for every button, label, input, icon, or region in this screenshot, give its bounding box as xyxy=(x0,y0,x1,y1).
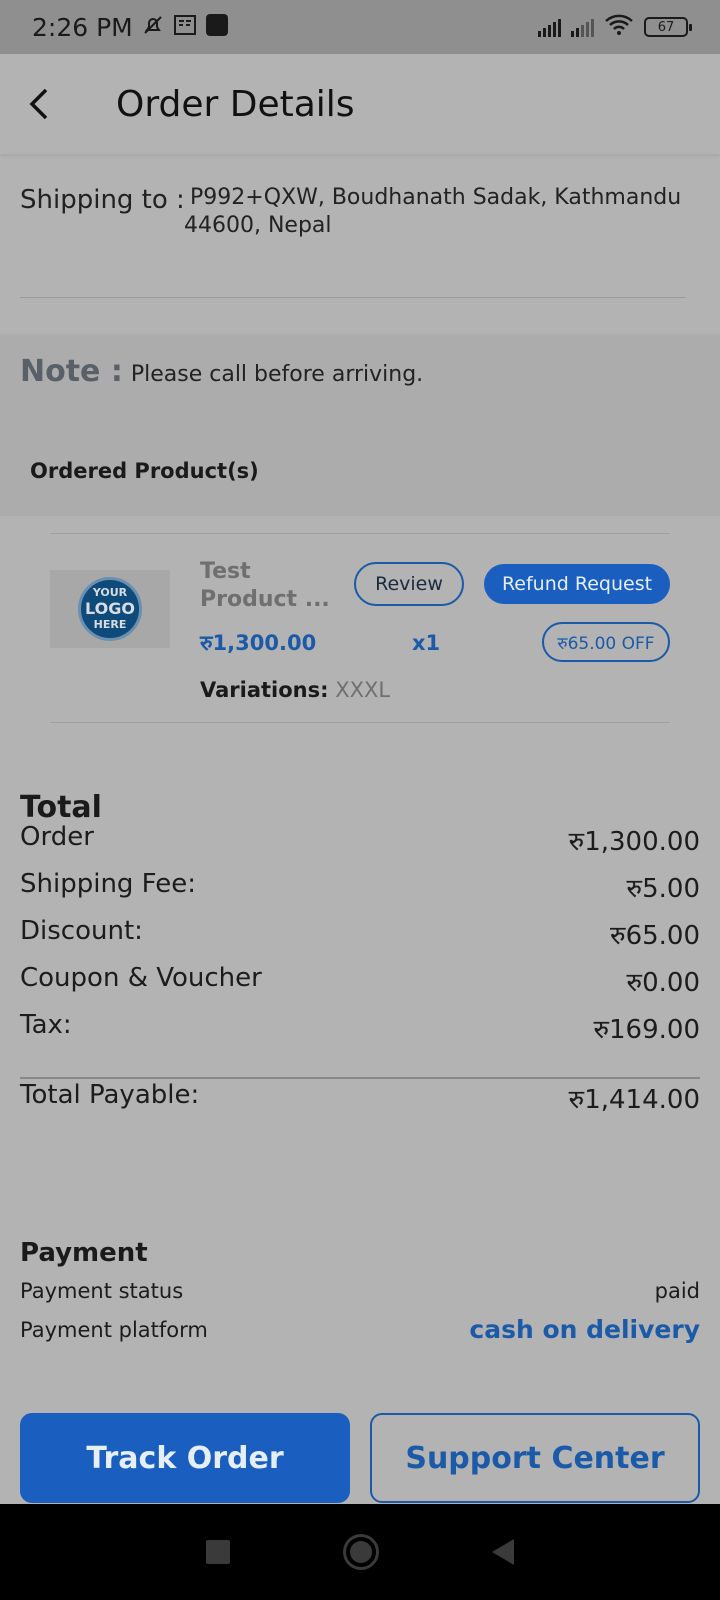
total-row-discount: Discount: रु65.00 xyxy=(20,916,700,952)
product-price: रु1,300.00 xyxy=(200,631,317,655)
logo-placeholder-icon: YOUR LOGO HERE xyxy=(78,577,142,641)
signal-icon xyxy=(538,17,561,37)
payment-platform-label: Payment platform xyxy=(20,1317,208,1342)
battery-level: 67 xyxy=(657,19,675,35)
app-bar: Order Details xyxy=(0,54,720,154)
total-row-order: Order रु1,300.00 xyxy=(20,822,700,858)
total-row-coupon: Coupon & Voucher रु0.00 xyxy=(20,963,700,999)
app-notification-icon xyxy=(205,13,229,41)
support-center-button[interactable]: Support Center xyxy=(370,1413,700,1503)
row-value: रु0.00 xyxy=(626,968,700,998)
note-text: Please call before arriving. xyxy=(130,362,424,387)
home-icon[interactable] xyxy=(342,1534,379,1570)
row-label: Shipping Fee: xyxy=(20,869,196,899)
row-value: रु1,300.00 xyxy=(568,827,700,857)
total-row-tax: Tax: रु169.00 xyxy=(20,1010,700,1046)
total-payable-row: Total Payable: रु1,414.00 xyxy=(20,1080,700,1116)
review-button[interactable]: Review xyxy=(354,562,464,606)
row-label: Order xyxy=(20,822,94,852)
row-value: रु5.00 xyxy=(626,874,700,904)
refund-request-button[interactable]: Refund Request xyxy=(484,564,670,604)
recents-icon[interactable] xyxy=(206,1540,231,1564)
totals-title: Total xyxy=(20,790,102,825)
payment-status-value: paid xyxy=(654,1279,700,1303)
payment-status-row: Payment status paid xyxy=(20,1279,700,1303)
product-quantity: x1 xyxy=(412,631,441,655)
status-bar: 2:26 PM 67 xyxy=(0,0,720,54)
payment-title: Payment xyxy=(20,1238,148,1268)
payment-section: Payment Payment status paid Payment plat… xyxy=(0,1214,720,1368)
currency-icon xyxy=(173,13,197,41)
status-right: 67 xyxy=(538,13,692,41)
row-label: Tax: xyxy=(20,1010,72,1040)
status-left: 2:26 PM xyxy=(32,13,229,42)
track-order-button[interactable]: Track Order xyxy=(20,1413,350,1503)
status-time: 2:26 PM xyxy=(32,12,133,42)
product-name[interactable]: Test Product ... xyxy=(200,558,330,614)
total-payable-label: Total Payable: xyxy=(20,1080,200,1110)
discount-badge: रु65.00 OFF xyxy=(542,622,670,662)
total-row-shipping: Shipping Fee: रु5.00 xyxy=(20,869,700,905)
note-label: Note : xyxy=(20,354,123,389)
divider xyxy=(20,297,686,298)
payment-status-label: Payment status xyxy=(20,1279,184,1303)
order-note: Note : Please call before arriving. xyxy=(20,354,423,389)
row-value: रु169.00 xyxy=(593,1015,700,1045)
row-label: Coupon & Voucher xyxy=(20,963,262,993)
divider xyxy=(50,722,670,723)
shipping-address: P992+QXW, Boudhanath Sadak, Kathmandu 44… xyxy=(184,185,682,238)
wifi-icon xyxy=(604,13,634,41)
total-payable-value: रु1,414.00 xyxy=(568,1085,700,1115)
bell-muted-icon xyxy=(141,13,165,41)
product-variations: Variations: XXXL xyxy=(200,678,390,702)
system-nav-bar xyxy=(0,1504,720,1600)
row-value: रु65.00 xyxy=(610,921,700,951)
back-button[interactable] xyxy=(0,54,80,154)
payment-platform-row: Payment platform cash on delivery xyxy=(20,1315,700,1344)
product-image[interactable]: YOUR LOGO HERE xyxy=(50,570,170,648)
ordered-products-title: Ordered Product(s) xyxy=(30,459,259,483)
payment-platform-value: cash on delivery xyxy=(469,1315,700,1344)
product-list: YOUR LOGO HERE Test Product ... रु1,300.… xyxy=(0,518,720,740)
battery-icon: 67 xyxy=(644,17,692,37)
divider xyxy=(50,533,670,534)
variations-value: XXXL xyxy=(335,678,391,702)
back-triangle-icon[interactable] xyxy=(491,1539,514,1565)
page-title: Order Details xyxy=(116,83,355,125)
signal-2-icon xyxy=(571,17,594,37)
shipping-section: Shipping to : P992+QXW, Boudhanath Sadak… xyxy=(0,160,720,310)
shipping-label: Shipping to : xyxy=(20,185,185,215)
row-label: Discount: xyxy=(20,916,143,946)
divider xyxy=(20,1077,700,1079)
back-arrow-icon xyxy=(29,88,48,120)
variations-label: Variations: xyxy=(200,678,329,702)
note-section: Note : Please call before arriving. Orde… xyxy=(0,334,720,516)
totals-section: Total Order रु1,300.00 Shipping Fee: रु5… xyxy=(0,768,720,1158)
